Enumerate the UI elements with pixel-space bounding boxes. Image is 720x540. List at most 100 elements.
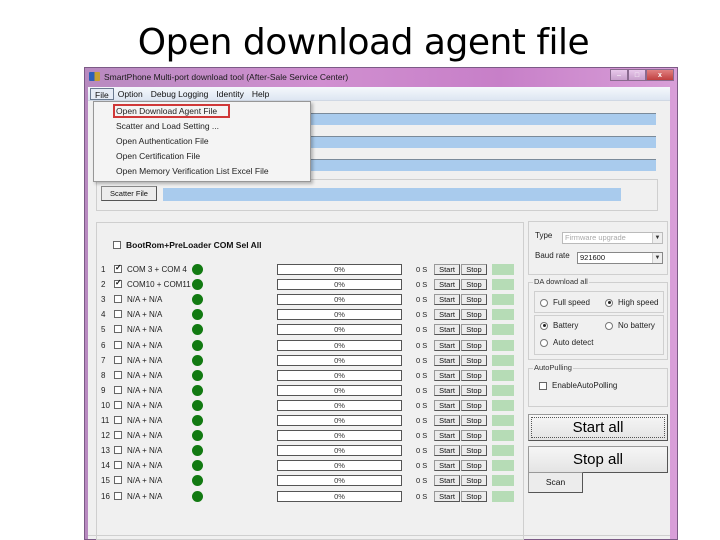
stop-button[interactable]: Stop	[461, 309, 487, 321]
start-button[interactable]: Start	[434, 490, 460, 502]
select-all-checkbox[interactable]	[113, 241, 121, 249]
status-led-icon	[192, 430, 203, 442]
radio-no-battery[interactable]: No battery	[605, 321, 655, 330]
start-button[interactable]: Start	[434, 415, 460, 426]
elapsed-time: 0 S	[416, 295, 428, 305]
port-number: 15	[101, 476, 110, 486]
port-checkbox[interactable]	[114, 400, 122, 409]
menu-help[interactable]: Help	[248, 88, 273, 100]
start-button[interactable]: Start	[434, 309, 460, 321]
baud-rate-label: Baud rate	[535, 251, 570, 260]
menu-identity[interactable]: Identity	[212, 88, 247, 100]
select-all-row[interactable]: BootRom+PreLoader COM Sel All	[113, 240, 261, 250]
maximize-button[interactable]: □	[628, 69, 646, 81]
menu-option[interactable]: Option	[114, 88, 147, 100]
radio-battery[interactable]: Battery	[540, 321, 578, 330]
start-button[interactable]: Start	[434, 339, 460, 351]
port-checkbox[interactable]	[114, 491, 122, 500]
menu-scatter-and-load-setting[interactable]: Scatter and Load Setting ...	[94, 119, 310, 134]
stop-button[interactable]: Stop	[461, 475, 487, 487]
port-checkbox[interactable]	[114, 340, 122, 349]
start-button[interactable]: Start	[434, 294, 460, 306]
start-button[interactable]: Start	[434, 369, 460, 381]
baud-rate-select[interactable]: 921600 ▼	[577, 252, 663, 264]
port-number: 9	[101, 385, 106, 395]
radio-auto-detect[interactable]: Auto detect	[540, 338, 593, 347]
stop-button[interactable]: Stop	[461, 384, 487, 396]
port-checkbox[interactable]	[114, 446, 122, 455]
status-indicator	[492, 324, 514, 336]
status-led-icon	[192, 369, 203, 381]
progress-bar: 0%	[277, 490, 402, 502]
port-name: N/A + N/A	[127, 325, 163, 335]
start-button[interactable]: Start	[434, 399, 460, 411]
stop-button[interactable]: Stop	[461, 460, 487, 472]
stop-button[interactable]: Stop	[461, 415, 487, 426]
stop-button[interactable]: Stop	[461, 339, 487, 351]
progress-bar: 0%	[277, 324, 402, 336]
scan-button[interactable]: Scan	[528, 472, 583, 493]
scatter-file-button[interactable]: Scatter File	[101, 186, 157, 201]
stop-button[interactable]: Stop	[461, 369, 487, 381]
start-button[interactable]: Start	[434, 279, 460, 291]
port-checkbox[interactable]	[114, 370, 122, 379]
start-button[interactable]: Start	[434, 264, 460, 275]
port-checkbox[interactable]	[114, 461, 122, 470]
stop-button[interactable]: Stop	[461, 264, 487, 275]
port-checkbox[interactable]	[114, 431, 122, 440]
port-row: 9 N/A + N/A 0% 0 S Start Stop	[97, 384, 525, 397]
start-button[interactable]: Start	[434, 324, 460, 336]
enable-autopolling-checkbox[interactable]: EnableAutoPolling	[539, 381, 617, 390]
port-checkbox[interactable]	[114, 385, 122, 394]
menu-open-certification-file[interactable]: Open Certification File	[94, 149, 310, 164]
port-row: 12 N/A + N/A 0% 0 S Start Stop	[97, 429, 525, 442]
elapsed-time: 0 S	[416, 446, 428, 456]
port-checkbox[interactable]	[114, 476, 122, 485]
stop-button[interactable]: Stop	[461, 354, 487, 366]
port-checkbox[interactable]	[114, 355, 122, 364]
port-checkbox[interactable]	[114, 278, 122, 289]
stop-button[interactable]: Stop	[461, 294, 487, 306]
port-checkbox[interactable]	[114, 263, 122, 273]
start-button[interactable]: Start	[434, 430, 460, 442]
elapsed-time: 0 S	[416, 265, 428, 274]
stop-all-button[interactable]: Stop all	[528, 446, 668, 473]
stop-button[interactable]: Stop	[461, 445, 487, 457]
window-title: SmartPhone Multi-port download tool (Aft…	[104, 72, 349, 82]
port-checkbox[interactable]	[114, 295, 122, 304]
start-button[interactable]: Start	[434, 475, 460, 487]
start-button[interactable]: Start	[434, 445, 460, 457]
stop-button[interactable]: Stop	[461, 279, 487, 291]
radio-full-speed[interactable]: Full speed	[540, 298, 590, 307]
port-checkbox[interactable]	[114, 310, 122, 319]
menu-open-authentication-file[interactable]: Open Authentication File	[94, 134, 310, 149]
status-indicator	[492, 475, 514, 487]
menu-debug-logging[interactable]: Debug Logging	[147, 88, 213, 100]
start-button[interactable]: Start	[434, 354, 460, 366]
radio-high-speed[interactable]: High speed	[605, 298, 658, 307]
menu-open-memory-verification-list[interactable]: Open Memory Verification List Excel File	[94, 164, 310, 179]
minimize-button[interactable]: –	[610, 69, 628, 81]
menu-bar: File Option Debug Logging Identity Help	[88, 87, 670, 101]
port-checkbox[interactable]	[114, 416, 122, 424]
status-indicator	[492, 384, 514, 396]
stop-button[interactable]: Stop	[461, 324, 487, 336]
progress-bar: 0%	[277, 415, 402, 426]
start-all-button[interactable]: Start all	[528, 414, 668, 441]
close-button[interactable]: x	[646, 69, 674, 81]
menu-file[interactable]: File	[90, 87, 114, 100]
stop-button[interactable]: Stop	[461, 399, 487, 411]
port-name: N/A + N/A	[127, 370, 163, 380]
elapsed-time: 0 S	[416, 491, 428, 501]
port-checkbox[interactable]	[114, 325, 122, 334]
menu-open-download-agent-file[interactable]: Open Download Agent File	[94, 104, 310, 119]
type-select[interactable]: Firmware upgrade ▼	[562, 232, 663, 244]
port-row: 1 COM 3 + COM 4 0% 0 S StartStop	[97, 263, 525, 276]
stop-button[interactable]: Stop	[461, 430, 487, 442]
status-indicator	[492, 309, 514, 321]
stop-button[interactable]: Stop	[461, 490, 487, 502]
port-name: COM 3 + COM 4	[127, 265, 187, 274]
port-row: 8 N/A + N/A 0% 0 S Start Stop	[97, 369, 525, 382]
start-button[interactable]: Start	[434, 384, 460, 396]
start-button[interactable]: Start	[434, 460, 460, 472]
